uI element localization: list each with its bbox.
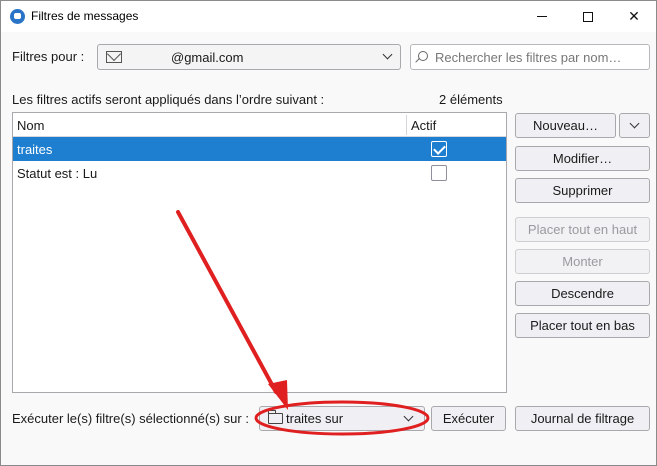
close-icon: ✕ <box>628 8 640 24</box>
move-to-bottom-button[interactable]: Placer tout en bas <box>515 313 650 338</box>
run-button[interactable]: Exécuter <box>431 406 506 431</box>
move-down-label: Descendre <box>551 286 614 301</box>
filter-row[interactable]: Statut est : Lu <box>13 161 506 185</box>
filter-list-header: Nom Actif <box>13 113 506 137</box>
active-checkbox[interactable] <box>431 165 447 181</box>
folder-name: traites sur <box>286 411 344 426</box>
list-description: Les filtres actifs seront appliqués dans… <box>12 92 325 107</box>
delete-button[interactable]: Supprimer <box>515 178 650 203</box>
redacted-text <box>126 50 170 64</box>
close-button[interactable]: ✕ <box>611 1 657 32</box>
filters-for-label: Filtres pour : <box>12 49 85 64</box>
folder-icon <box>268 410 283 424</box>
thunderbird-icon <box>10 9 25 24</box>
redacted-text <box>343 412 392 425</box>
filter-log-button[interactable]: Journal de filtrage <box>515 406 650 431</box>
filter-list[interactable]: Nom Actif traites Statut est : Lu <box>12 112 507 393</box>
message-filters-window: Filtres de messages ✕ Filtres pour : @gm… <box>0 0 657 466</box>
search-icon <box>418 51 428 61</box>
maximize-icon <box>583 11 593 22</box>
chevron-down-icon <box>403 411 414 422</box>
folder-select[interactable]: traites sur <box>259 406 425 431</box>
new-filter-menu-button[interactable] <box>619 113 650 138</box>
move-up-label: Monter <box>562 254 603 269</box>
item-count: 2 éléments <box>439 92 503 107</box>
account-email: @gmail.com <box>171 49 244 65</box>
new-filter-label: Nouveau… <box>532 118 599 133</box>
mail-icon <box>106 51 122 63</box>
filter-name: traites <box>17 142 53 157</box>
move-to-top-label: Placer tout en haut <box>527 222 638 237</box>
run-on-label: Exécuter le(s) filtre(s) sélectionné(s) … <box>12 411 249 426</box>
column-name[interactable]: Nom <box>17 118 44 133</box>
active-checkbox[interactable] <box>431 141 447 157</box>
minimize-button[interactable] <box>519 1 565 32</box>
filter-row[interactable]: traites <box>13 137 506 161</box>
modify-label: Modifier… <box>552 151 613 166</box>
minimize-icon <box>537 16 547 17</box>
title-bar: Filtres de messages ✕ <box>1 1 656 32</box>
window-title: Filtres de messages <box>31 9 139 23</box>
search-placeholder: Rechercher les filtres par nom… <box>435 49 622 65</box>
move-down-button[interactable]: Descendre <box>515 281 650 306</box>
delete-label: Supprimer <box>552 183 613 198</box>
filter-name: Statut est : Lu <box>17 166 98 181</box>
column-divider[interactable] <box>406 115 407 135</box>
new-filter-button[interactable]: Nouveau… <box>515 113 616 138</box>
maximize-button[interactable] <box>565 1 611 32</box>
column-active[interactable]: Actif <box>411 118 436 133</box>
run-label: Exécuter <box>442 411 495 426</box>
search-input[interactable]: Rechercher les filtres par nom… <box>410 44 650 70</box>
chevron-down-icon <box>629 118 640 129</box>
move-to-bottom-label: Placer tout en bas <box>530 318 635 333</box>
move-up-button[interactable]: Monter <box>515 249 650 274</box>
move-to-top-button[interactable]: Placer tout en haut <box>515 217 650 242</box>
modify-button[interactable]: Modifier… <box>515 146 650 171</box>
account-select[interactable]: @gmail.com <box>97 44 401 70</box>
filter-log-label: Journal de filtrage <box>530 411 635 426</box>
chevron-down-icon <box>382 49 393 60</box>
